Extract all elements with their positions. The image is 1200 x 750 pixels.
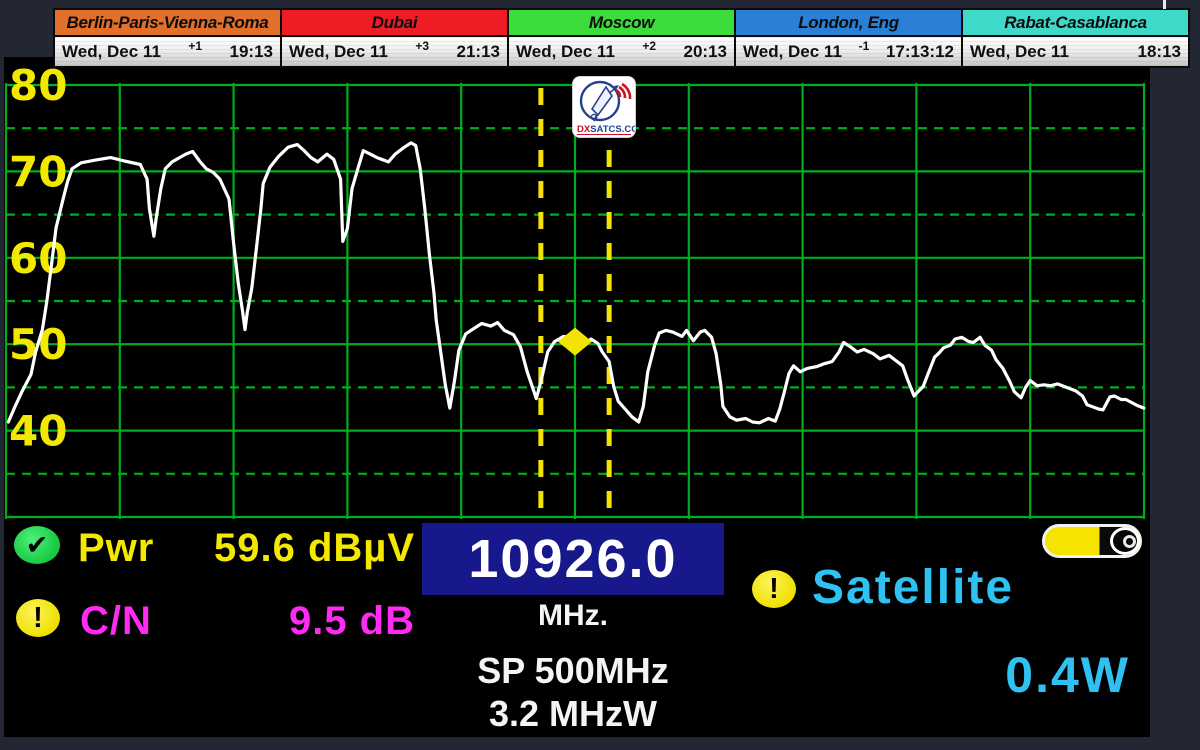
svg-text:70: 70 [9, 147, 67, 196]
city-name: Rabat-Casablanca [963, 10, 1188, 37]
span-readout: SP 500MHz [422, 650, 724, 692]
bandwidth-readout: 3.2 MHzW [422, 693, 724, 735]
clock-cell-dubai: Dubai Wed, Dec 11 +3 21:13 [282, 10, 509, 66]
cn-label: C/N [80, 599, 152, 644]
satellite-warning-icon: ! [752, 570, 796, 608]
cn-value: 9.5 dB [160, 599, 415, 644]
city-name: Berlin-Paris-Vienna-Roma [55, 10, 280, 37]
satellite-dish-icon: DXSATCS.COM [573, 77, 635, 137]
clock-cell-moscow: Moscow Wed, Dec 11 +2 20:13 [509, 10, 736, 66]
frequency-display[interactable]: 10926.0 [422, 523, 724, 595]
svg-text:80: 80 [9, 61, 67, 110]
pwr-label: Pwr [78, 526, 154, 571]
city-datetime: Wed, Dec 11 +3 21:13 [282, 37, 507, 66]
cn-warning-icon: ! [16, 599, 60, 637]
top-tick-mark [1163, 0, 1166, 9]
frequency-value: 10926.0 [468, 528, 677, 590]
pwr-ok-check-icon: ✔ [14, 526, 60, 564]
city-datetime: Wed, Dec 11 -1 17:13:12 [736, 37, 961, 66]
dxsatcs-logo: DXSATCS.COM [573, 77, 635, 137]
clock-cell-london: London, Eng Wed, Dec 11 -1 17:13:12 [736, 10, 963, 66]
world-clock-bar: Berlin-Paris-Vienna-Roma Wed, Dec 11 +1 … [53, 8, 1190, 68]
city-datetime: Wed, Dec 11 +1 19:13 [55, 37, 280, 66]
pwr-value: 59.6 dBµV [160, 526, 415, 571]
svg-text:DXSATCS.COM: DXSATCS.COM [577, 124, 635, 135]
utc-offset: +1 [161, 39, 230, 53]
utc-offset: +2 [615, 39, 684, 53]
city-datetime: Wed, Dec 11 18:13 [963, 37, 1188, 66]
svg-text:60: 60 [9, 234, 67, 283]
utc-offset: -1 [842, 39, 886, 53]
lnb-power-value: 0.4W [930, 646, 1130, 704]
city-name: Dubai [282, 10, 507, 37]
utc-offset: +3 [388, 39, 457, 53]
toggle-knob[interactable] [1110, 527, 1140, 555]
svg-text:40: 40 [9, 407, 67, 456]
clock-cell-rabat: Rabat-Casablanca Wed, Dec 11 18:13 [963, 10, 1188, 66]
frequency-unit: MHz. [422, 599, 724, 633]
power-toggle-switch[interactable] [1042, 524, 1142, 558]
spectrum-analyzer-app: 8070605040 DXSATCS.COM Berlin-Paris-Vien… [0, 0, 1200, 750]
city-name: Moscow [509, 10, 734, 37]
clock-cell-berlin: Berlin-Paris-Vienna-Roma Wed, Dec 11 +1 … [55, 10, 282, 66]
mode-label: Satellite [812, 560, 1014, 615]
city-datetime: Wed, Dec 11 +2 20:13 [509, 37, 734, 66]
city-name: London, Eng [736, 10, 961, 37]
